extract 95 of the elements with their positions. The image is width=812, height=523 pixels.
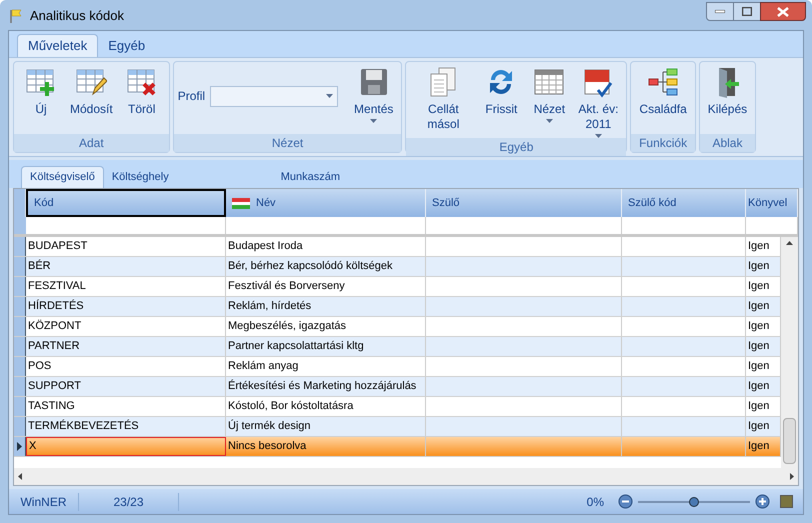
table-row[interactable]: FESZTIVAL Fesztivál és Borverseny Igen (14, 277, 781, 297)
table-cell: BUDAPEST (26, 237, 226, 256)
scroll-left-icon (18, 473, 22, 480)
row-header (14, 277, 26, 296)
table-cell: Reklám anyag (226, 357, 426, 376)
document-tab[interactable]: Munkaszám (272, 166, 348, 188)
document-tab[interactable]: Költséghely (104, 166, 177, 188)
row-header (14, 317, 26, 336)
close-button[interactable] (760, 2, 806, 21)
flag-icon (8, 8, 24, 24)
zoom-slider-thumb[interactable] (689, 496, 699, 506)
minimize-button[interactable] (706, 2, 734, 21)
horizontal-scrollbar[interactable] (14, 468, 798, 485)
profile-label: Profil (178, 88, 206, 105)
ribbon-tab[interactable]: Egyéb (98, 34, 156, 57)
table-cell: Értékesítési és Marketing hozzájárulás (226, 377, 426, 396)
row-header (14, 397, 26, 416)
ribbon-button[interactable]: Nézet (526, 66, 572, 123)
group-label: Ablak (700, 134, 756, 152)
table-cell: Reklám, hírdetés (226, 297, 426, 316)
table-row[interactable]: TERMÉKBEVEZETÉS Új termék design Igen (14, 417, 781, 437)
row-header (14, 297, 26, 316)
flag-icon (232, 198, 250, 208)
ribbon-button[interactable]: Akt. év: 2011 (574, 66, 622, 138)
close-icon (777, 6, 789, 16)
ribbon-button[interactable]: Új (18, 66, 64, 117)
table-cell: TASTING (26, 397, 226, 416)
ribbon-tab[interactable]: Műveletek (17, 34, 98, 57)
ribbon-button[interactable]: Családfa (635, 66, 691, 117)
profile-dropdown[interactable] (210, 86, 338, 106)
column-header[interactable]: Szülő (426, 189, 622, 217)
document-tab[interactable]: Költségviselő (21, 166, 104, 188)
zoom-percent: 0% (586, 494, 604, 510)
table-row[interactable]: SUPPORT Értékesítési és Marketing hozzájárulás Igen (14, 377, 781, 397)
status-app-name: WinNER (9, 492, 79, 510)
table-cell: Fesztivál és Borverseny (226, 277, 426, 296)
table-row[interactable]: TASTING Kóstoló, Bor kóstoltatásra Igen (14, 397, 781, 417)
zoom-out-icon[interactable] (618, 494, 633, 509)
ribbon-button[interactable]: Frissit (478, 66, 524, 117)
ribbon-button[interactable]: Cellát másol (410, 66, 476, 132)
table-cell: FESZTIVAL (26, 277, 226, 296)
ribbon-button[interactable]: Töröl (118, 66, 165, 117)
hierarchy-icon (647, 66, 680, 98)
column-header[interactable]: Könyvel (746, 189, 798, 217)
resize-grip[interactable] (780, 495, 793, 508)
maximize-button[interactable] (734, 2, 760, 21)
vertical-scrollbar[interactable] (781, 237, 798, 468)
table-cell: Bér, bérhez kapcsolódó költségek (226, 257, 426, 276)
column-header[interactable]: Szülő kód (622, 189, 746, 217)
ribbon-button[interactable]: Mentés (350, 66, 398, 123)
group-label: Adat (14, 134, 169, 152)
table-row[interactable]: HÍRDETÉS Reklám, hírdetés Igen (14, 297, 781, 317)
ribbon-button[interactable]: Kilépés (704, 66, 752, 117)
table-row[interactable]: BUDAPEST Budapest Iroda Igen (14, 237, 781, 257)
row-pointer-icon (17, 442, 22, 451)
table-row[interactable]: BÉR Bér, bérhez kapcsolódó költségek Igen (14, 257, 781, 277)
group-label: Funkciók (631, 134, 695, 152)
row-header (14, 257, 26, 276)
record-count: 23/23 (79, 492, 179, 510)
table-cell: Megbeszélés, igazgatás (226, 317, 426, 336)
table-cell: HÍRDETÉS (26, 297, 226, 316)
caret-icon (326, 94, 334, 98)
table-cell: PARTNER (26, 337, 226, 356)
row-header (14, 377, 26, 396)
table-cell: POS (26, 357, 226, 376)
group-label: Egyéb (406, 138, 626, 156)
minimize-icon (715, 10, 725, 13)
scroll-up-icon (786, 241, 793, 245)
table-row[interactable]: POS Reklám anyag Igen (14, 357, 781, 377)
window-title: Analitikus kódok (30, 7, 124, 26)
table-cell: Budapest Iroda (226, 237, 426, 256)
table-cell: TERMÉKBEVEZETÉS (26, 417, 226, 436)
row-header (14, 337, 26, 356)
table-cell: SUPPORT (26, 377, 226, 396)
table-cell: BÉR (26, 257, 226, 276)
maximize-icon (742, 7, 752, 16)
table-cell: X (26, 437, 226, 456)
group-label: Nézet (174, 134, 402, 152)
column-header[interactable]: Kód (26, 189, 226, 217)
table-row[interactable]: X Nincs besorolva Igen (14, 437, 781, 457)
row-header (14, 237, 26, 256)
table-cell: KÖZPONT (26, 317, 226, 336)
scroll-right-icon (790, 473, 794, 480)
zoom-in-icon[interactable] (755, 494, 770, 509)
table-cell: Partner kapcsolattartási kltg (226, 337, 426, 356)
table-cell: Nincs besorolva (226, 437, 426, 456)
table-cell: Kóstoló, Bor kóstoltatásra (226, 397, 426, 416)
column-header[interactable]: Név (226, 189, 426, 217)
row-header (14, 417, 26, 436)
table-row[interactable]: PARTNER Partner kapcsolattartási kltg Igen (14, 337, 781, 357)
scroll-thumb[interactable] (783, 418, 796, 464)
row-header (14, 357, 26, 376)
ribbon-button[interactable]: Módosít (66, 66, 117, 117)
table-cell: Új termék design (226, 417, 426, 436)
table-row[interactable]: KÖZPONT Megbeszélés, igazgatás Igen (14, 317, 781, 337)
